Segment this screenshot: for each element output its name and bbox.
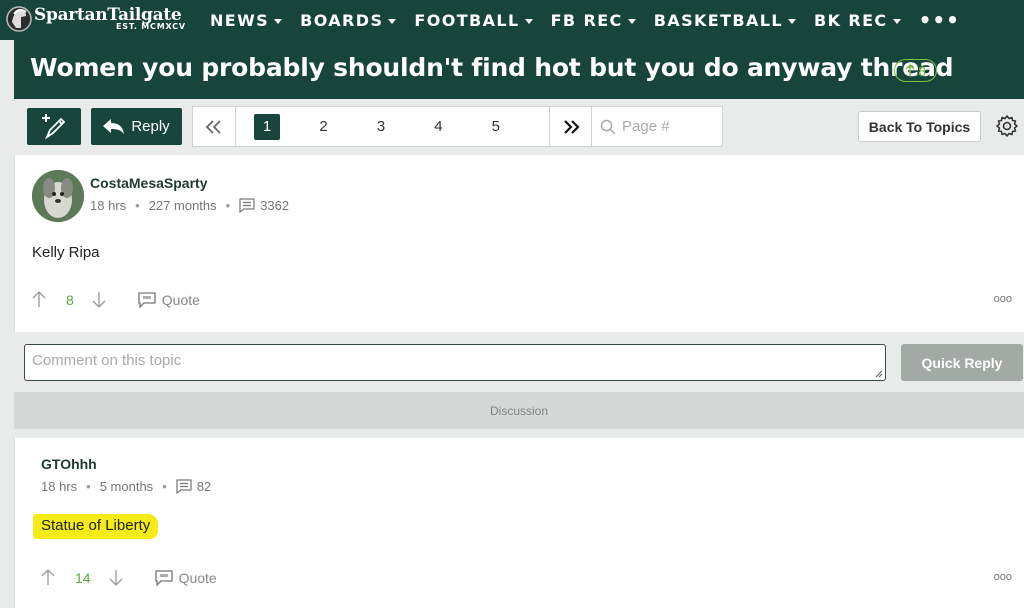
double-chevron-left-icon (205, 119, 221, 134)
nav-bk-rec[interactable]: BK REC (814, 11, 901, 30)
avatar[interactable] (32, 170, 84, 222)
page-number-placeholder: Page # (622, 118, 670, 135)
nav-more-button[interactable]: ••• (919, 8, 960, 32)
quote-icon (138, 291, 156, 308)
meta-separator: • (86, 479, 91, 494)
reply-button[interactable]: Reply (91, 108, 182, 145)
post-username[interactable]: CostaMesaSparty (90, 175, 208, 191)
user-post-count: 3362 (260, 198, 290, 213)
caret-down-icon (892, 18, 901, 24)
meta-separator: • (162, 479, 167, 494)
site-tagline: EST. MCMXCV (116, 22, 186, 31)
post-actions: 14 Quote (41, 569, 217, 586)
search-icon (600, 119, 616, 135)
quote-icon (154, 569, 173, 586)
new-post-button[interactable] (27, 108, 81, 145)
reply-arrow-icon (103, 118, 125, 134)
nav-fb-rec[interactable]: FB REC (551, 11, 636, 30)
quick-reply-area: Comment on this topic Quick Reply (14, 332, 1024, 392)
thread-toolbar: Reply 1 2 3 4 5 Page # Back To Topics (14, 99, 1024, 155)
post-more-menu[interactable]: ooo (994, 293, 1012, 305)
caret-down-icon (274, 18, 283, 24)
resize-grip-icon[interactable] (875, 370, 883, 378)
thread-header: Women you probably shouldn't find hot bu… (14, 40, 1024, 99)
meta-separator: • (225, 198, 231, 213)
page-number-input[interactable]: Page # (592, 107, 722, 146)
nav-basketball[interactable]: BASKETBALL (654, 11, 796, 30)
pagination: 1 2 3 4 5 Page # (192, 106, 723, 147)
post-body: Statue of Liberty (33, 514, 159, 539)
spartan-helmet-icon (6, 6, 32, 32)
comment-input[interactable]: Comment on this topic (24, 344, 886, 381)
arrow-up-icon (905, 64, 915, 76)
reply-button-label: Reply (131, 118, 170, 135)
nav-boards[interactable]: BOARDS (300, 11, 397, 30)
post-meta: 18 hrs • 5 months • 82 (41, 479, 211, 494)
quote-button[interactable]: Quote (154, 569, 217, 586)
post-score: 14 (75, 569, 91, 586)
discussion-divider: Discussion (14, 392, 1024, 429)
caret-down-icon (788, 18, 796, 24)
gear-icon[interactable] (995, 114, 1019, 138)
user-tenure: 227 months (148, 198, 217, 213)
first-page-button[interactable] (193, 107, 236, 146)
top-nav-bar: SpartanTailgate EST. MCMXCV NEWS BOARDS … (0, 0, 1024, 40)
upvote-button[interactable] (41, 569, 55, 586)
quote-button[interactable]: Quote (138, 292, 200, 308)
page-4-button[interactable]: 4 (434, 118, 491, 135)
post-score: 8 (66, 291, 74, 308)
post-more-menu[interactable]: ooo (994, 571, 1012, 583)
message-count-icon (176, 479, 192, 494)
highlighted-text: Statue of Liberty (33, 514, 159, 539)
post-time: 18 hrs (90, 198, 127, 213)
thread-title: Women you probably shouldn't find hot bu… (30, 53, 954, 82)
nav-news[interactable]: NEWS (210, 11, 283, 30)
message-count-icon (239, 198, 255, 213)
nav-football[interactable]: FOOTBALL (414, 11, 533, 30)
quick-reply-button[interactable]: Quick Reply (901, 344, 1023, 381)
caret-down-icon (388, 18, 397, 24)
compose-icon (42, 113, 66, 139)
caret-down-icon (627, 18, 636, 24)
last-page-button[interactable] (549, 107, 592, 146)
site-logo[interactable]: SpartanTailgate EST. MCMXCV (6, 3, 190, 37)
page-2-button[interactable]: 2 (319, 118, 376, 135)
thread-vote-count: 8 (918, 62, 926, 79)
back-to-topics-button[interactable]: Back To Topics (858, 111, 981, 142)
post-body: Kelly Ripa (32, 244, 100, 261)
post-actions: 8 Quote (32, 291, 200, 308)
main-nav: NEWS BOARDS FOOTBALL FB REC BASKETBALL B… (210, 0, 978, 40)
post-card: GTOhhh 18 hrs • 5 months • 82 Statue of … (14, 438, 1024, 608)
thread-vote-badge: 8 (894, 59, 937, 82)
upvote-button[interactable] (32, 291, 46, 308)
page-1-button[interactable]: 1 (254, 113, 319, 140)
meta-separator: • (135, 198, 140, 213)
user-post-count: 82 (196, 479, 212, 494)
caret-down-icon (524, 18, 533, 24)
page-list: 1 2 3 4 5 (236, 107, 549, 146)
downvote-button[interactable] (109, 569, 123, 586)
post-meta: 18 hrs • 227 months • 3362 (90, 198, 289, 213)
comment-placeholder: Comment on this topic (32, 352, 182, 369)
user-tenure: 5 months (99, 479, 154, 494)
quote-label: Quote (161, 291, 200, 308)
post-username[interactable]: GTOhhh (41, 456, 97, 472)
page-5-button[interactable]: 5 (492, 118, 549, 135)
post-time: 18 hrs (41, 479, 78, 494)
post-card: CostaMesaSparty 18 hrs • 227 months • 33… (14, 155, 1024, 332)
page-3-button[interactable]: 3 (377, 118, 434, 135)
double-chevron-right-icon (563, 119, 580, 134)
downvote-button[interactable] (92, 291, 106, 308)
quote-label: Quote (178, 569, 217, 586)
dog-avatar-icon (32, 170, 84, 222)
